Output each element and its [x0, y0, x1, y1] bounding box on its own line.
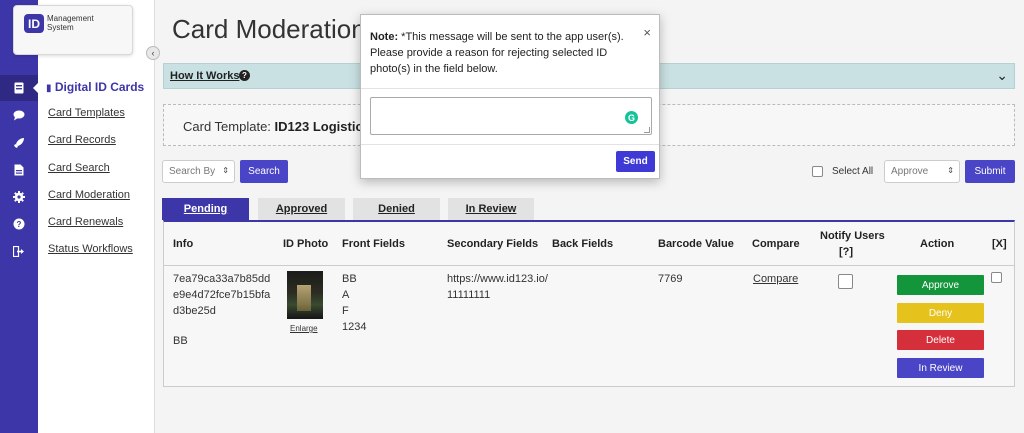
column-header-notify-users: Notify Users	[820, 230, 885, 242]
resize-handle-icon[interactable]	[644, 127, 650, 133]
compare-link[interactable]: Compare	[753, 271, 798, 287]
tab-denied[interactable]: Denied	[353, 198, 440, 220]
brand-name: Management System	[47, 14, 94, 32]
delete-button[interactable]: Delete	[897, 330, 984, 350]
rocket-icon[interactable]	[0, 130, 38, 156]
rejection-reason-textarea[interactable]: G	[370, 97, 652, 135]
sidebar-item-card-search[interactable]: Card Search	[48, 162, 110, 174]
help-icon[interactable]: ?	[0, 211, 38, 237]
close-icon[interactable]: ×	[643, 25, 651, 40]
card-template-name: ID123 Logistics	[274, 119, 370, 134]
search-button[interactable]: Search	[240, 160, 288, 183]
logo-text: Management System	[47, 14, 107, 32]
tab-in-review[interactable]: In Review	[448, 198, 534, 220]
reject-reason-modal: Note: *This message will be sent to the …	[360, 14, 660, 179]
in-review-button[interactable]: In Review	[897, 358, 984, 378]
send-button[interactable]: Send	[616, 151, 655, 172]
secondary-field-line-1: https://www.id123.io/	[447, 273, 548, 285]
sidebar-item-card-records[interactable]: Card Records	[48, 134, 116, 146]
header-divider	[164, 265, 1014, 266]
logout-icon[interactable]	[0, 238, 38, 264]
modal-note-label: Note:	[370, 31, 399, 43]
column-header-compare: Compare	[752, 238, 800, 250]
notify-help-link[interactable]: [?]	[839, 246, 853, 258]
sidebar-item-status-workflows[interactable]: Status Workflows	[48, 243, 133, 255]
info-extra: BB	[173, 335, 188, 347]
sidebar-item-card-moderation[interactable]: Card Moderation	[48, 189, 130, 201]
column-header-front-fields: Front Fields	[342, 238, 405, 250]
enlarge-link[interactable]: Enlarge	[290, 321, 318, 337]
modal-divider	[361, 144, 659, 145]
deny-button[interactable]: Deny	[897, 303, 984, 323]
logo[interactable]: ID Management System	[13, 5, 133, 55]
icon-rail: ?	[0, 0, 39, 433]
approve-button[interactable]: Approve	[897, 275, 984, 295]
column-header-info: Info	[173, 238, 194, 250]
column-header-secondary-fields: Secondary Fields	[447, 238, 539, 250]
sidebar-section-title: ▮ Digital ID Cards	[46, 80, 145, 94]
modal-message-text: *This message will be sent to the app us…	[370, 31, 624, 75]
id-card-icon[interactable]	[0, 75, 39, 101]
id-photo-thumbnail[interactable]	[287, 271, 323, 319]
moderation-table: Info ID Photo Front Fields Secondary Fie…	[163, 220, 1015, 387]
column-header-back-fields: Back Fields	[552, 238, 614, 250]
front-field-3: F	[342, 305, 349, 317]
bulk-action-select[interactable]: Approve ⇕	[884, 160, 960, 183]
select-all-label: Select All	[832, 166, 874, 177]
info-id-line-2: e9e4d72fce7b15bfa	[173, 289, 271, 301]
chevron-left-icon: ‹	[151, 48, 155, 58]
updown-arrow-icon: ⇕	[947, 166, 954, 175]
card-template-label: Card Template: ID123 Logistics	[183, 119, 370, 134]
info-id-line-1: 7ea79ca33a7b85dd	[173, 273, 271, 285]
info-id-line-3: d3be25d	[173, 305, 216, 317]
collapse-sidebar-button[interactable]: ‹	[146, 46, 160, 60]
select-all-checkbox[interactable]	[812, 166, 823, 177]
chat-icon[interactable]	[0, 102, 38, 128]
row-select-checkbox[interactable]	[991, 272, 1002, 283]
column-header-id-photo: ID Photo	[283, 238, 329, 250]
how-it-works-link[interactable]: How It Works	[170, 70, 239, 82]
chevron-down-icon[interactable]: ⌄	[996, 67, 1008, 84]
modal-divider	[361, 88, 659, 89]
help-icon: ?	[239, 70, 250, 81]
tab-pending[interactable]: Pending	[162, 198, 249, 220]
sidebar-item-card-templates[interactable]: Card Templates	[48, 107, 125, 119]
modal-message: Note: *This message will be sent to the …	[370, 29, 640, 77]
front-field-4: 1234	[342, 321, 367, 333]
notify-user-checkbox[interactable]	[838, 274, 853, 289]
sidebar-item-card-renewals[interactable]: Card Renewals	[48, 216, 123, 228]
document-icon[interactable]	[0, 157, 38, 183]
secondary-field-line-2: 11111111	[447, 289, 491, 301]
submit-button[interactable]: Submit	[965, 160, 1015, 183]
column-header-barcode-value: Barcode Value	[658, 238, 734, 250]
logo-mark: ID	[24, 14, 44, 33]
page-title: Card Moderation	[172, 14, 366, 44]
grammarly-icon[interactable]: G	[625, 111, 638, 124]
id-card-icon: ▮	[46, 83, 52, 94]
svg-text:?: ?	[17, 220, 22, 229]
tab-approved[interactable]: Approved	[258, 198, 345, 220]
barcode-value: 7769	[658, 273, 683, 285]
column-header-select: [X]	[992, 238, 1007, 250]
front-field-1: BB	[342, 273, 357, 285]
updown-arrow-icon: ⇕	[222, 166, 229, 175]
column-header-action: Action	[920, 238, 955, 250]
search-by-select[interactable]: Search By ⇕	[162, 160, 235, 183]
front-field-2: A	[342, 289, 350, 301]
gear-icon[interactable]	[0, 184, 38, 210]
